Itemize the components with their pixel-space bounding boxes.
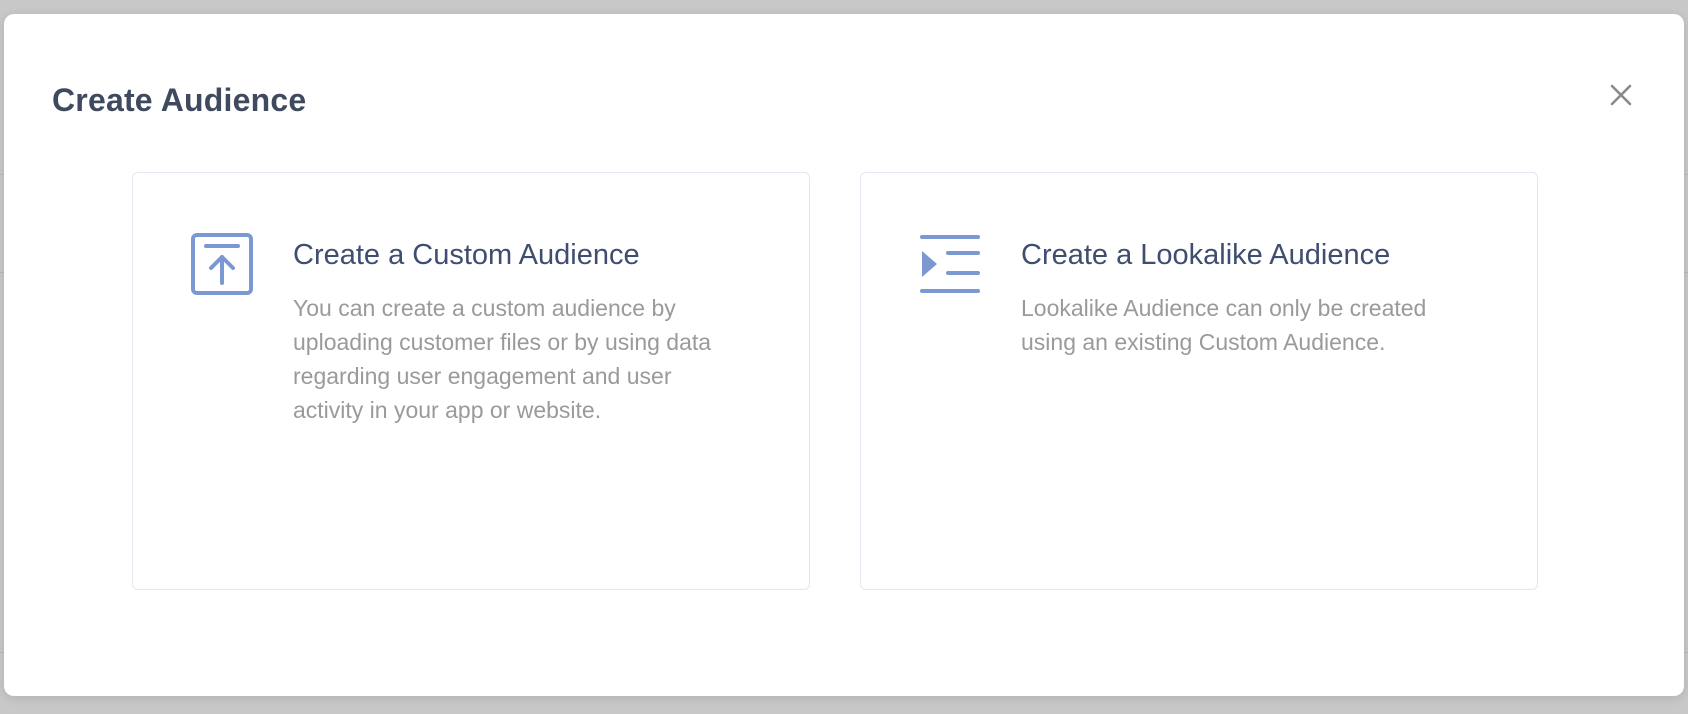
custom-audience-title: Create a Custom Audience bbox=[293, 239, 640, 271]
create-audience-modal: Create Audience Create a Custom Audience… bbox=[4, 14, 1684, 696]
lookalike-audience-description: Lookalike Audience can only be created u… bbox=[1021, 295, 1427, 355]
upload-icon bbox=[191, 233, 253, 295]
lookalike-audience-title: Create a Lookalike Audience bbox=[1021, 239, 1391, 271]
lookalike-audience-card[interactable]: Create a Lookalike Audience Lookalike Au… bbox=[860, 172, 1538, 590]
custom-audience-card[interactable]: Create a Custom Audience You can create … bbox=[132, 172, 810, 590]
close-icon bbox=[1610, 84, 1632, 106]
indent-list-icon bbox=[919, 233, 981, 295]
close-button[interactable] bbox=[1604, 78, 1638, 112]
modal-title: Create Audience bbox=[52, 82, 307, 118]
custom-audience-description: You can create a custom audience by uplo… bbox=[293, 295, 712, 423]
